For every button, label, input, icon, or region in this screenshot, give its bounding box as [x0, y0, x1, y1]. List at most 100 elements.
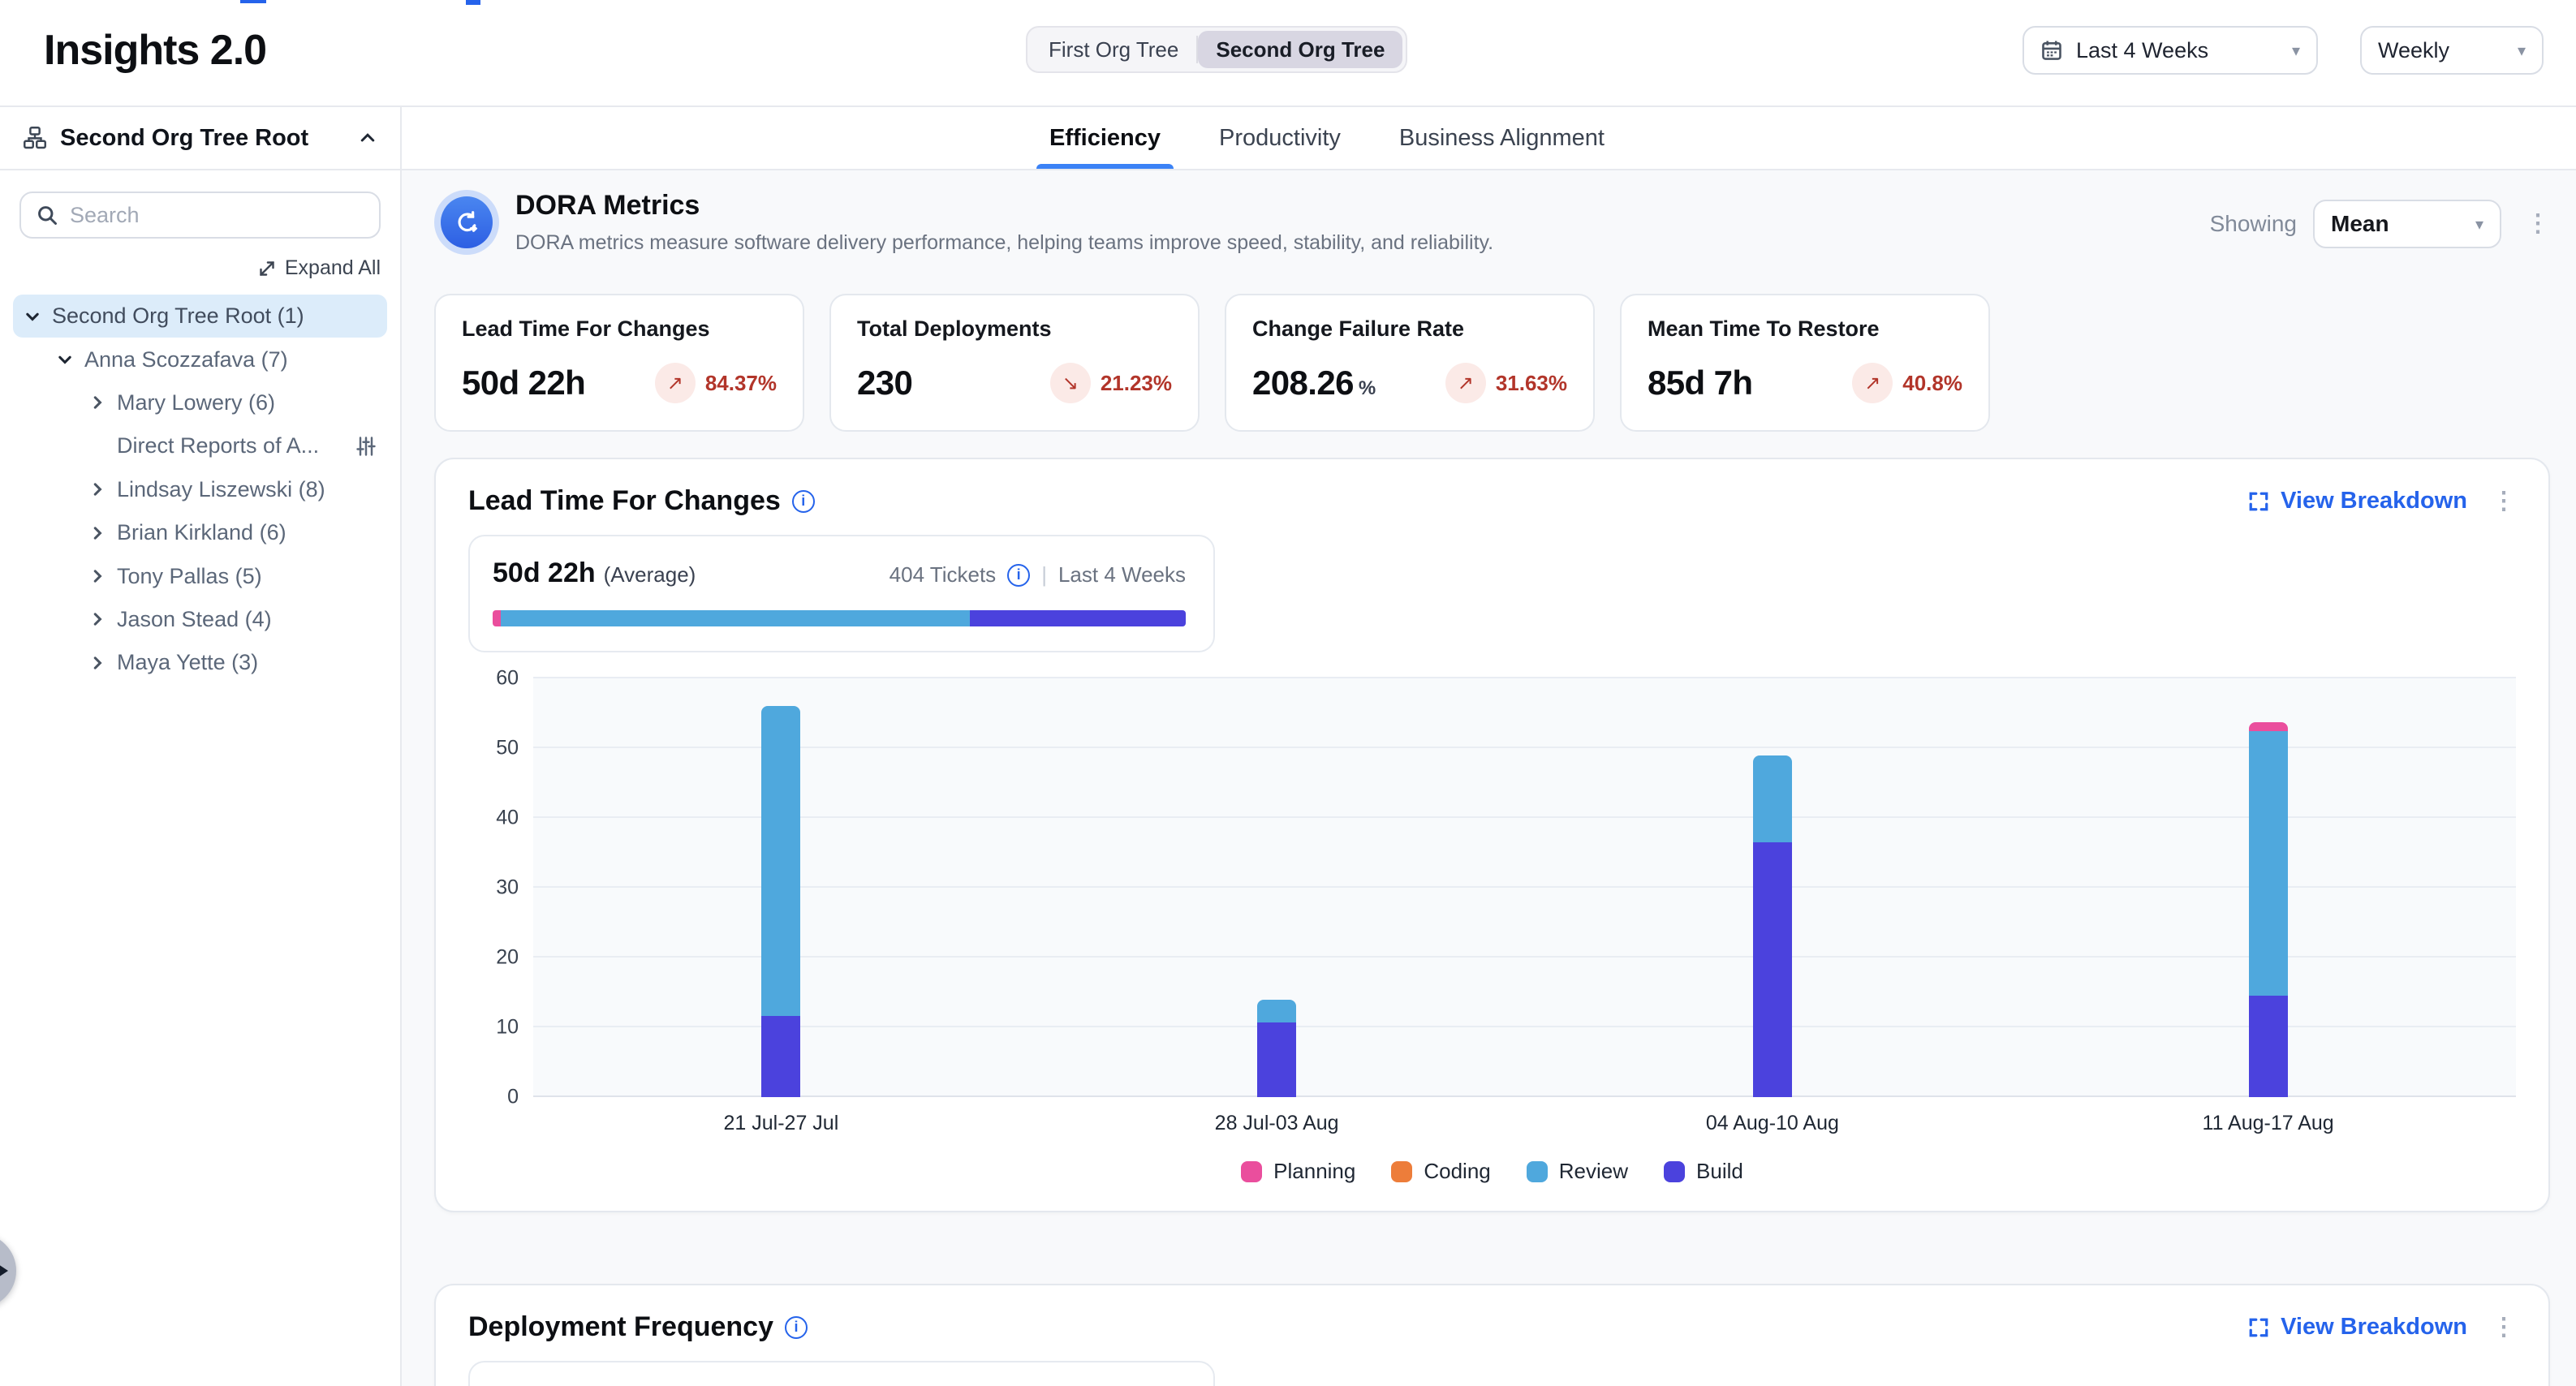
legend-label: Review — [1559, 1159, 1628, 1184]
tab-business-alignment[interactable]: Business Alignment — [1386, 107, 1618, 169]
play-icon — [0, 1261, 8, 1281]
stacked-bar-11-aug-17-aug[interactable] — [2249, 722, 2288, 1097]
tree-item-mary-lowery-6[interactable]: Mary Lowery (6) — [13, 381, 387, 424]
bar-segment-review — [2249, 731, 2288, 996]
view-breakdown-button[interactable]: View Breakdown — [2248, 488, 2467, 514]
phase-share-bar — [493, 610, 1186, 626]
metric-trend: ↗84.37% — [655, 363, 777, 403]
tree-item-direct-reports-of-a[interactable]: Direct Reports of A... — [13, 424, 387, 467]
metric-value-row: 85d 7h↗40.8% — [1648, 363, 1962, 403]
info-icon[interactable]: i — [792, 490, 815, 513]
chevron-right-icon[interactable] — [84, 610, 110, 628]
clipped-top-artifact — [466, 0, 480, 5]
sidebar-header[interactable]: Second Org Tree Root — [0, 107, 400, 170]
tab-productivity[interactable]: Productivity — [1206, 107, 1354, 169]
phase-segment-review — [501, 610, 969, 626]
legend-swatch — [1391, 1161, 1412, 1182]
tree-item-maya-yette-3[interactable]: Maya Yette (3) — [13, 641, 387, 684]
chevron-right-icon[interactable] — [84, 394, 110, 411]
tab-efficiency[interactable]: Efficiency — [1036, 107, 1174, 169]
aggregation-dropdown[interactable]: Mean ▾ — [2313, 200, 2501, 248]
kebab-menu-icon[interactable]: ⋮ — [2526, 212, 2550, 236]
bar-segment-review — [1257, 1000, 1296, 1022]
deployment-summary-partial — [468, 1361, 1215, 1386]
tree-item-tony-pallas-5[interactable]: Tony Pallas (5) — [13, 554, 387, 597]
metric-title: Change Failure Rate — [1252, 316, 1567, 342]
trend-delta: 31.63% — [1496, 371, 1567, 396]
dora-subtitle: DORA metrics measure software delivery p… — [515, 231, 1493, 255]
page-title: Insights 2.0 — [44, 26, 266, 75]
gridline — [533, 1026, 2516, 1027]
metric-value-row: 230↘21.23% — [857, 363, 1172, 403]
toggle-second-org-tree[interactable]: Second Org Tree — [1198, 31, 1402, 68]
tab-bar: Efficiency Productivity Business Alignment — [402, 107, 2576, 170]
expand-all-button[interactable]: Expand All — [0, 256, 381, 280]
tree-item-lindsay-liszewski-8[interactable]: Lindsay Liszewski (8) — [13, 468, 387, 511]
info-icon[interactable]: i — [785, 1316, 808, 1339]
bar-segment-planning — [2249, 722, 2288, 730]
tree-item-jason-stead-4[interactable]: Jason Stead (4) — [13, 598, 387, 641]
y-tick-label: 0 — [507, 1086, 519, 1109]
chevron-down-icon[interactable] — [52, 351, 78, 368]
chevron-down-icon[interactable] — [19, 308, 45, 325]
tree-item-label: Mary Lowery (6) — [117, 390, 275, 415]
legend-label: Build — [1696, 1159, 1743, 1184]
toggle-first-org-tree[interactable]: First Org Tree — [1031, 31, 1196, 68]
bar-segment-review — [761, 706, 800, 1017]
clipped-top-artifact — [240, 0, 266, 3]
search-box — [19, 192, 381, 239]
chart-legend: Planning Coding Review Build — [468, 1159, 2516, 1184]
metric-trend: ↗40.8% — [1852, 363, 1962, 403]
kebab-menu-icon[interactable]: ⋮ — [2492, 489, 2516, 514]
info-icon[interactable]: i — [1007, 564, 1030, 587]
divider: | — [1041, 562, 1047, 588]
metric-title: Lead Time For Changes — [462, 316, 777, 342]
trend-delta: 84.37% — [705, 371, 777, 396]
x-tick-label: 04 Aug-10 Aug — [1706, 1112, 1839, 1135]
metric-title: Mean Time To Restore — [1648, 316, 1962, 342]
stacked-bar-28-jul-03-aug[interactable] — [1257, 1000, 1296, 1097]
chevron-right-icon[interactable] — [84, 524, 110, 542]
y-axis: 0102030405060 — [468, 678, 533, 1097]
trend-delta: 40.8% — [1902, 371, 1962, 396]
y-tick-label: 20 — [496, 946, 519, 970]
gridline — [533, 747, 2516, 748]
chevron-up-icon[interactable] — [358, 128, 377, 148]
expand-diagonal-icon — [257, 259, 277, 278]
tree-item-label: Second Org Tree Root (1) — [52, 303, 304, 329]
legend-item-build: Build — [1664, 1159, 1743, 1184]
y-tick-label: 60 — [496, 667, 519, 691]
chevron-right-icon[interactable] — [84, 567, 110, 585]
gridline — [533, 816, 2516, 818]
sidebar-collapse-button[interactable] — [0, 1233, 16, 1308]
tree-item-brian-kirkland-6[interactable]: Brian Kirkland (6) — [13, 511, 387, 554]
kebab-menu-icon[interactable]: ⋮ — [2492, 1315, 2516, 1340]
deployment-frequency-card: Deployment Frequency i View Breakdown ⋮ — [434, 1284, 2550, 1386]
header-controls: Last 4 Weeks ▾ Weekly ▾ — [2022, 26, 2544, 75]
tree-item-anna-scozzafava-7[interactable]: Anna Scozzafava (7) — [13, 338, 387, 381]
sliders-icon[interactable] — [355, 435, 377, 458]
stacked-bar-04-aug-10-aug[interactable] — [1753, 755, 1792, 1097]
chevron-right-icon[interactable] — [84, 480, 110, 498]
expand-corners-icon — [2248, 491, 2269, 512]
legend-swatch — [1664, 1161, 1685, 1182]
chevron-right-icon[interactable] — [84, 654, 110, 672]
view-breakdown-button[interactable]: View Breakdown — [2248, 1314, 2467, 1341]
calendar-icon — [2040, 39, 2063, 62]
metric-card-lead-time-for-changes: Lead Time For Changes 50d 22h↗84.37% — [434, 294, 804, 432]
search-input[interactable] — [70, 203, 364, 228]
legend-swatch — [1527, 1161, 1548, 1182]
metric-trend: ↗31.63% — [1445, 363, 1567, 403]
date-range-dropdown[interactable]: Last 4 Weeks ▾ — [2022, 26, 2318, 75]
stacked-bar-21-jul-27-jul[interactable] — [761, 706, 800, 1097]
sidebar-title: Second Org Tree Root — [60, 125, 308, 152]
metric-value-row: 50d 22h↗84.37% — [462, 363, 777, 403]
x-axis: 21 Jul-27 Jul28 Jul-03 Aug04 Aug-10 Aug1… — [533, 1112, 2516, 1138]
content-scroll-area: DORA Metrics DORA metrics measure softwa… — [402, 170, 2576, 1386]
legend-swatch — [1241, 1161, 1262, 1182]
legend-label: Planning — [1273, 1159, 1355, 1184]
granularity-dropdown[interactable]: Weekly ▾ — [2360, 26, 2544, 75]
tree-item-second-org-tree-root-1[interactable]: Second Org Tree Root (1) — [13, 295, 387, 338]
phase-segment-planning — [493, 610, 501, 626]
legend-label: Coding — [1424, 1159, 1490, 1184]
